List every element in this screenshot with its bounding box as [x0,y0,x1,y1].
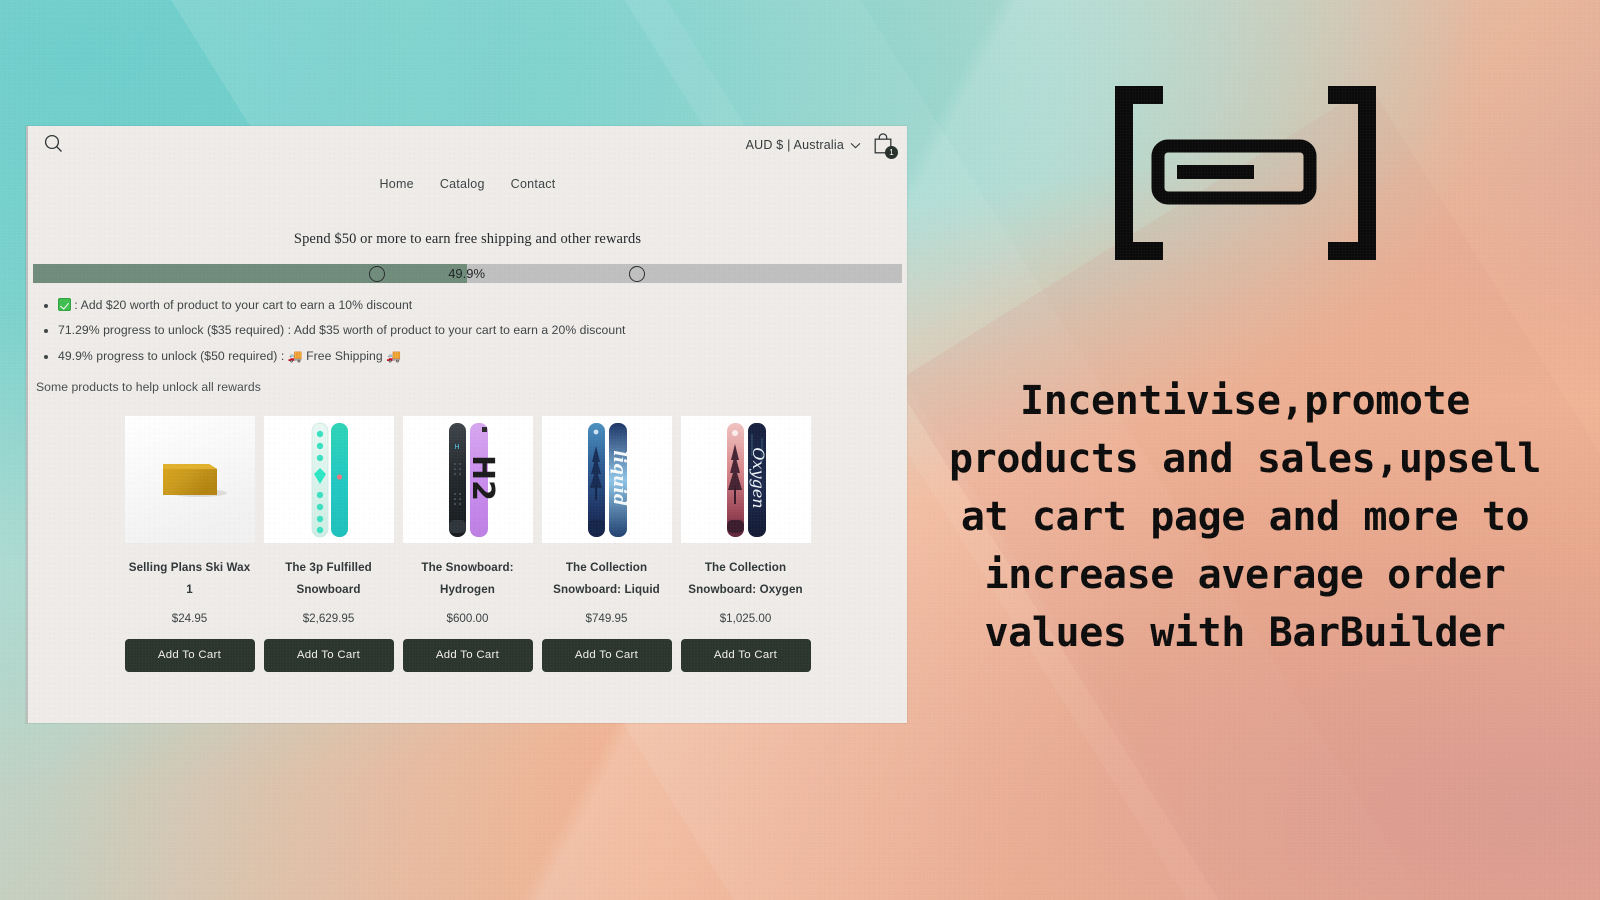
progress-milestone-2[interactable] [628,265,645,282]
product-title: The Snowboard: Hydrogen [421,560,514,597]
progress-bar-fill [33,264,467,283]
product-price: $24.95 [171,611,208,625]
liquid-snowboard-pair-image: liquid [541,415,672,543]
locale-label: AUD $ | Australia [745,138,844,152]
storefront-screenshot: AUD $ | Australia 1 Home Catalog Contact [26,126,907,723]
svg-text:Oxygen: Oxygen [749,447,768,508]
product-price: $749.95 [585,611,628,625]
reward-tier-list: : Add $20 worth of product to your cart … [58,296,907,366]
add-to-cart-button[interactable]: Add To Cart [680,638,811,672]
svg-text:H2: H2 [465,455,500,501]
store-header: AUD $ | Australia 1 [28,126,907,168]
oxygen-snowboard-pair-image: Oxygen [680,415,811,543]
reward-tier-item-3: 49.9% progress to unlock ($50 required) … [58,347,907,366]
reward-tier-item-1: : Add $20 worth of product to your cart … [58,296,907,315]
cart-button[interactable]: 1 [871,132,898,159]
check-box-icon [58,298,71,311]
progress-bar-percent-label: 49.9% [448,266,486,281]
product-title: The Collection Snowboard: Liquid [553,560,660,597]
product-card[interactable]: H2 H The Snowboard: Hydrogen $600.00 Add… [402,415,533,672]
progress-milestone-1[interactable] [369,265,386,282]
add-to-cart-button[interactable]: Add To Cart [124,638,255,672]
search-icon[interactable] [43,133,65,155]
nav-item-contact[interactable]: Contact [511,177,556,191]
ski-wax-bar-image [124,415,255,543]
upsell-subtitle: Some products to help unlock all rewards [36,379,261,394]
product-price: $1,025.00 [719,611,772,625]
truck-icon-left: 🚚 [287,348,303,363]
reward-tier-item-2: 71.29% progress to unlock ($35 required)… [58,321,907,340]
reward-tier-text-3-middle: Free Shipping [302,348,387,363]
bar-builder-headline: Spend $50 or more to earn free shipping … [293,231,642,247]
hydrogen-snowboard-pair-image: H2 H [402,415,533,543]
main-nav: Home Catalog Contact [28,177,907,191]
header-actions: AUD $ | Australia 1 [746,132,898,159]
product-card[interactable]: liquid The Collection Snowboard: Liquid … [541,415,672,672]
svg-text:H: H [454,443,459,451]
promo-tagline: Incentivise,promote products and sales,u… [948,378,1542,656]
nav-item-catalog[interactable]: Catalog [440,177,485,191]
product-card[interactable]: Selling Plans Ski Wax 1 $24.95 Add To Ca… [124,415,255,672]
product-price: $600.00 [446,611,489,625]
product-title: Selling Plans Ski Wax 1 [128,560,251,597]
reward-tier-text-1: : Add $20 worth of product to your cart … [71,298,413,312]
reward-tier-text-3-before: 49.9% progress to unlock ($50 required) … [58,348,288,363]
add-to-cart-button[interactable]: Add To Cart [263,638,394,672]
reward-tier-text-2: 71.29% progress to unlock ($35 required)… [58,323,626,338]
cart-count-badge: 1 [885,146,898,159]
product-title: The Collection Snowboard: Oxygen [688,560,803,597]
product-card[interactable]: Oxygen The Collection Snowboard: Oxygen … [680,415,811,672]
product-card[interactable]: The 3p Fulfilled Snowboard $2,629.95 Add… [263,415,394,672]
barbuilder-bracket-logo [1113,84,1378,262]
nav-item-home[interactable]: Home [379,177,413,191]
progress-bar-track[interactable]: 49.9% [33,264,902,283]
screenshot-canvas: AUD $ | Australia 1 Home Catalog Contact [0,0,1600,900]
product-title: The 3p Fulfilled Snowboard [285,560,372,597]
teal-snowboard-pair-image [263,415,394,543]
truck-icon-right: 🚚 [386,348,402,363]
add-to-cart-button[interactable]: Add To Cart [541,638,672,672]
svg-text:liquid: liquid [609,450,629,506]
upsell-product-grid: Selling Plans Ski Wax 1 $24.95 Add To Ca… [28,415,907,672]
add-to-cart-button[interactable]: Add To Cart [402,638,533,672]
chevron-down-icon [850,142,861,148]
product-price: $2,629.95 [302,611,355,625]
currency-locale-selector[interactable]: AUD $ | Australia [746,138,861,152]
